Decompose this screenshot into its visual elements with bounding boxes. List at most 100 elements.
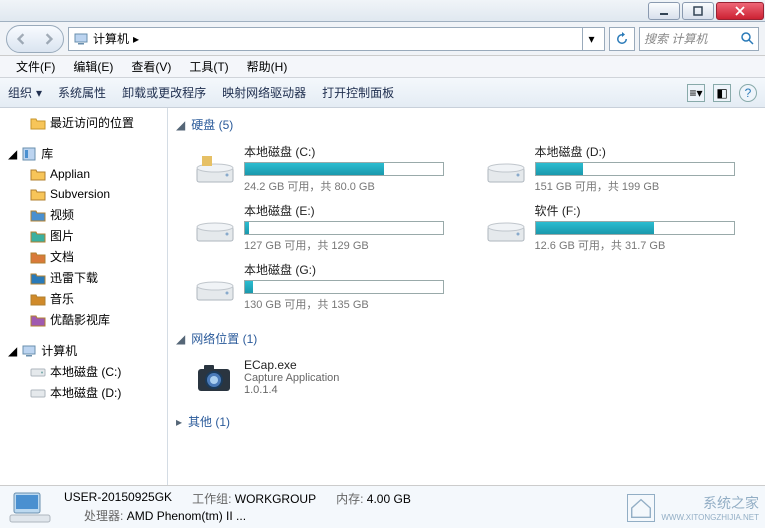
drive-usage-bar xyxy=(244,280,444,294)
sidebar-library-item[interactable]: Subversion xyxy=(0,184,167,204)
content-pane: ◢硬盘 (5) 本地磁盘 (C:) 24.2 GB 可用，共 80.0 GB 本… xyxy=(168,108,765,485)
address-bar[interactable]: 计算机 ▸ ▾ xyxy=(68,27,605,51)
window-titlebar xyxy=(0,0,765,22)
drive-icon xyxy=(485,148,527,190)
preview-pane-button[interactable]: ◧ xyxy=(713,84,731,102)
section-network-header[interactable]: ◢网络位置 (1) xyxy=(176,326,757,351)
drive-item[interactable]: 本地磁盘 (G:) 130 GB 可用，共 135 GB xyxy=(194,261,461,312)
refresh-button[interactable] xyxy=(609,27,635,51)
chevron-right-icon: ▸ xyxy=(133,32,139,46)
address-dropdown[interactable]: ▾ xyxy=(582,28,600,50)
recent-icon xyxy=(30,115,46,131)
details-workgroup: WORKGROUP xyxy=(235,492,316,506)
sidebar-libraries[interactable]: ◢ 库 xyxy=(0,143,167,164)
sidebar-computer[interactable]: ◢ 计算机 xyxy=(0,340,167,361)
back-icon xyxy=(15,33,27,45)
sidebar-library-item[interactable]: 图片 xyxy=(0,225,167,246)
drive-usage-bar xyxy=(535,221,735,235)
drive-label: 软件 (F:) xyxy=(535,202,752,219)
sidebar-library-item[interactable]: 迅雷下载 xyxy=(0,267,167,288)
folder-icon xyxy=(30,270,46,286)
expand-icon: ▸ xyxy=(176,415,182,429)
drive-label: 本地磁盘 (D:) xyxy=(535,143,752,160)
search-placeholder: 搜索 计算机 xyxy=(644,30,707,47)
folder-icon xyxy=(30,291,46,307)
folder-icon xyxy=(30,312,46,328)
drive-icon xyxy=(194,266,236,308)
section-other-header[interactable]: ▸其他 (1) xyxy=(176,409,757,434)
drive-label: 本地磁盘 (C:) xyxy=(244,143,461,160)
navigation-bar: 计算机 ▸ ▾ 搜索 计算机 xyxy=(0,22,765,56)
drive-icon xyxy=(194,207,236,249)
view-mode-button[interactable]: ≡▾ xyxy=(687,84,705,102)
menu-bar: 文件(F) 编辑(E) 查看(V) 工具(T) 帮助(H) xyxy=(0,56,765,78)
system-properties-button[interactable]: 系统属性 xyxy=(58,84,106,101)
chevron-down-icon: ▾ xyxy=(588,32,594,46)
control-panel-button[interactable]: 打开控制面板 xyxy=(322,84,394,101)
command-bar: 组织 ▾ 系统属性 卸载或更改程序 映射网络驱动器 打开控制面板 ≡▾ ◧ ? xyxy=(0,78,765,108)
drive-label: 本地磁盘 (E:) xyxy=(244,202,461,219)
map-drive-button[interactable]: 映射网络驱动器 xyxy=(222,84,306,101)
uninstall-programs-button[interactable]: 卸载或更改程序 xyxy=(122,84,206,101)
sidebar-drive-d[interactable]: 本地磁盘 (D:) xyxy=(0,382,167,403)
sidebar-recent-places[interactable]: 最近访问的位置 xyxy=(0,112,167,133)
drive-usage-bar xyxy=(244,221,444,235)
computer-icon xyxy=(73,31,89,47)
search-input[interactable]: 搜索 计算机 xyxy=(639,27,759,51)
drive-icon xyxy=(485,207,527,249)
navigation-pane: 最近访问的位置 ◢ 库 ApplianSubversion视频图片文档迅雷下载音… xyxy=(0,108,168,485)
library-icon xyxy=(21,146,37,162)
refresh-icon xyxy=(615,32,629,46)
computer-large-icon xyxy=(8,489,52,525)
house-icon xyxy=(627,494,655,522)
drive-usage-bar xyxy=(535,162,735,176)
main-area: 最近访问的位置 ◢ 库 ApplianSubversion视频图片文档迅雷下载音… xyxy=(0,108,765,486)
sidebar-library-item[interactable]: 视频 xyxy=(0,204,167,225)
collapse-icon: ◢ xyxy=(176,118,185,132)
sidebar-library-item[interactable]: 音乐 xyxy=(0,288,167,309)
network-item-desc: Capture Application xyxy=(244,372,339,384)
maximize-button[interactable] xyxy=(682,2,714,20)
minimize-button[interactable] xyxy=(648,2,680,20)
watermark: 系统之家 WWW.XITONGZHIJIA.NET xyxy=(627,493,759,522)
organize-button[interactable]: 组织 ▾ xyxy=(8,84,42,101)
menu-view[interactable]: 查看(V) xyxy=(123,56,179,77)
menu-tools[interactable]: 工具(T) xyxy=(181,56,236,77)
sidebar-library-item[interactable]: Applian xyxy=(0,164,167,184)
menu-help[interactable]: 帮助(H) xyxy=(239,56,296,77)
drive-item[interactable]: 软件 (F:) 12.6 GB 可用，共 31.7 GB xyxy=(485,202,752,253)
forward-icon xyxy=(43,33,55,45)
folder-icon xyxy=(30,249,46,265)
sidebar-library-item[interactable]: 文档 xyxy=(0,246,167,267)
drive-icon xyxy=(30,364,46,380)
collapse-icon[interactable]: ◢ xyxy=(8,147,17,161)
folder-icon xyxy=(30,228,46,244)
details-hostname: USER-20150925GK xyxy=(64,490,172,507)
help-button[interactable]: ? xyxy=(739,84,757,102)
drive-item[interactable]: 本地磁盘 (C:) 24.2 GB 可用，共 80.0 GB xyxy=(194,143,461,194)
drive-icon xyxy=(30,385,46,401)
sidebar-drive-c[interactable]: 本地磁盘 (C:) xyxy=(0,361,167,382)
details-memory: 4.00 GB xyxy=(367,492,411,506)
menu-file[interactable]: 文件(F) xyxy=(8,56,63,77)
drive-space-text: 12.6 GB 可用，共 31.7 GB xyxy=(535,237,752,253)
camera-icon xyxy=(194,357,234,397)
menu-edit[interactable]: 编辑(E) xyxy=(65,56,121,77)
network-item-name: ECap.exe xyxy=(244,358,339,372)
search-icon xyxy=(741,32,754,45)
breadcrumb-computer[interactable]: 计算机 xyxy=(93,30,129,47)
nav-back-forward[interactable] xyxy=(6,25,64,53)
collapse-icon[interactable]: ◢ xyxy=(8,344,17,358)
section-drives-header[interactable]: ◢硬盘 (5) xyxy=(176,112,757,137)
drive-usage-bar xyxy=(244,162,444,176)
drive-item[interactable]: 本地磁盘 (E:) 127 GB 可用，共 129 GB xyxy=(194,202,461,253)
folder-icon xyxy=(30,186,46,202)
collapse-icon: ◢ xyxy=(176,332,185,346)
drive-item[interactable]: 本地磁盘 (D:) 151 GB 可用，共 199 GB xyxy=(485,143,752,194)
sidebar-library-item[interactable]: 优酷影视库 xyxy=(0,309,167,330)
details-cpu: AMD Phenom(tm) II ... xyxy=(127,509,246,523)
drive-space-text: 151 GB 可用，共 199 GB xyxy=(535,178,752,194)
close-button[interactable] xyxy=(716,2,764,20)
network-item-ecap[interactable]: ECap.exe Capture Application 1.0.1.4 xyxy=(194,357,751,397)
folder-icon xyxy=(30,207,46,223)
